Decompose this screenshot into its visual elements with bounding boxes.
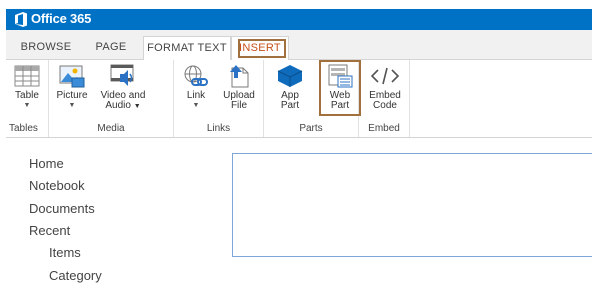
video-audio-icon <box>110 64 134 86</box>
group-embed: Embed Code Embed <box>359 60 410 137</box>
table-button[interactable]: Table ▼ <box>10 62 44 109</box>
embed-code-icon <box>370 67 400 85</box>
chevron-down-icon: ▼ <box>192 102 200 109</box>
group-label-parts: Parts <box>299 123 323 134</box>
picture-button[interactable]: Picture ▼ <box>52 62 92 109</box>
table-label: Table <box>15 90 39 101</box>
chevron-down-icon: ▼ <box>23 102 31 109</box>
suite-bar: Office 365 <box>6 9 592 30</box>
page-edit-area[interactable] <box>232 153 592 257</box>
group-media: Picture ▼ Video and Audio ▼ Media <box>49 60 174 137</box>
suite-title[interactable]: Office 365 <box>31 11 91 26</box>
nav-item-documents[interactable]: Documents <box>29 201 95 216</box>
app-part-button[interactable]: App Part <box>272 62 308 111</box>
embed-code-button[interactable]: Embed Code <box>365 62 405 111</box>
ribbon-tab-row: BROWSE PAGE FORMAT TEXT INSERT <box>6 30 592 61</box>
chevron-down-icon: ▼ <box>68 102 76 109</box>
video-audio-button[interactable]: Video and Audio ▼ <box>94 62 152 112</box>
group-parts: App Part Web Part Parts <box>264 60 361 137</box>
link-button[interactable]: Link ▼ <box>178 62 214 109</box>
table-icon <box>14 65 40 87</box>
office-logo-icon[interactable] <box>14 12 28 27</box>
picture-label: Picture <box>56 90 88 101</box>
group-label-tables: Tables <box>9 123 38 134</box>
page-content: Home Notebook Documents Recent Items Cat… <box>6 138 592 297</box>
nav-item-items[interactable]: Items <box>49 245 81 260</box>
ribbon: Table ▼ Tables Picture ▼ Video and Audio… <box>6 60 592 138</box>
link-icon <box>184 65 208 86</box>
group-label-media: Media <box>97 123 125 134</box>
group-tables: Table ▼ Tables <box>6 60 49 137</box>
nav-item-recent[interactable]: Recent <box>29 223 70 238</box>
group-links: Link ▼ Upload File Links <box>174 60 264 137</box>
tab-insert[interactable]: INSERT <box>231 36 289 61</box>
upload-file-label-2: File <box>230 100 248 111</box>
upload-file-button[interactable]: Upload File <box>218 62 260 111</box>
web-part-highlight <box>319 60 361 116</box>
embed-code-label-2: Code <box>373 100 397 111</box>
group-label-links: Links <box>206 123 231 134</box>
picture-icon <box>59 65 85 88</box>
nav-item-notebook[interactable]: Notebook <box>29 178 85 193</box>
upload-file-icon <box>230 65 249 88</box>
web-part-button[interactable]: Web Part <box>319 60 361 116</box>
tab-page[interactable]: PAGE <box>88 36 134 60</box>
nav-item-home[interactable]: Home <box>29 156 64 171</box>
link-label: Link <box>186 90 206 101</box>
group-label-embed: Embed <box>368 123 400 134</box>
app-part-label-2: Part <box>280 100 300 111</box>
video-audio-label-2: Audio ▼ <box>105 100 141 111</box>
insert-tab-highlight <box>238 39 286 58</box>
tab-browse[interactable]: BROWSE <box>14 36 78 60</box>
nav-item-category[interactable]: Category <box>49 268 102 283</box>
app-part-icon <box>277 65 303 87</box>
tab-format-text[interactable]: FORMAT TEXT <box>143 36 231 61</box>
